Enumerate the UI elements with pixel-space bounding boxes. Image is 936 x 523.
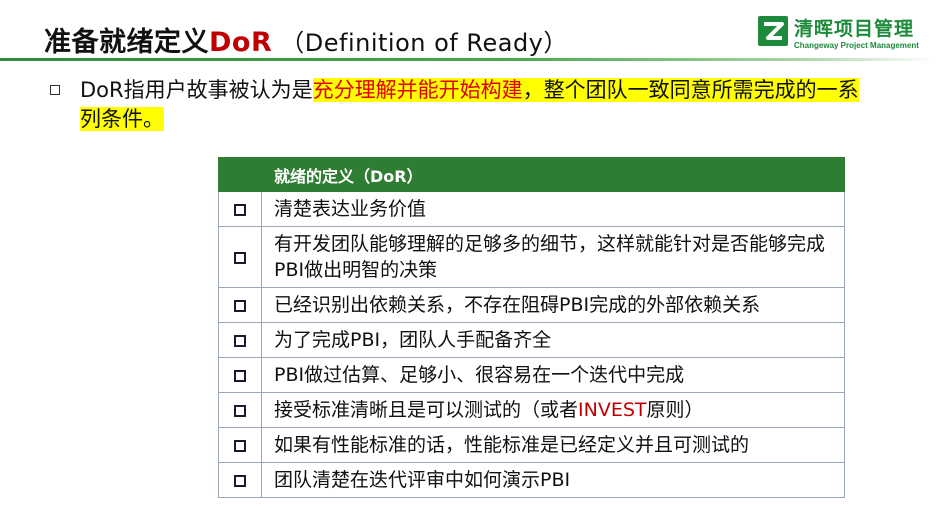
table-header-row: 就绪的定义（DoR） (218, 157, 845, 192)
table-row: PBI做过估算、足够小、很容易在一个迭代中完成 (218, 357, 845, 393)
row-text: 接受标准清晰且是可以测试的（或者INVEST原则） (261, 392, 845, 428)
table-header: 就绪的定义（DoR） (261, 157, 845, 192)
row-text-invest: INVEST (578, 399, 647, 421)
row-text: 如果有性能标准的话，性能标准是已经定义并且可测试的 (261, 427, 845, 463)
checkbox-icon[interactable] (234, 251, 246, 264)
checkbox-icon[interactable] (234, 369, 246, 382)
table-row: 已经识别出依赖关系，不存在阻碍PBI完成的外部依赖关系 (218, 287, 845, 323)
table-header-blank (218, 157, 262, 192)
checkbox-icon[interactable] (234, 474, 246, 487)
row-text: 清楚表达业务价值 (261, 191, 845, 227)
row-text-after: 原则） (646, 399, 704, 421)
table-row: 清楚表达业务价值 (218, 191, 845, 227)
logo-name-cn: 清晖项目管理 (794, 18, 915, 40)
header-divider (0, 58, 936, 61)
table-row: 团队清楚在迭代评审中如何演示PBI (218, 462, 845, 498)
bullet-square-icon (50, 85, 60, 95)
company-logo: 清晖项目管理 Changeway Project Management (758, 14, 933, 56)
intro-bullet: DoR指用户故事被认为是充分理解并能开始构建，整个团队一致同意所需完成的一系列条… (50, 76, 870, 134)
checkbox-icon[interactable] (234, 404, 246, 417)
slide-title: 准备就绪定义DoR （Definition of Ready） (44, 20, 568, 59)
table-row: 接受标准清晰且是可以测试的（或者INVEST原则） (218, 392, 845, 428)
row-text: 有开发团队能够理解的足够多的细节，这样就能针对是否能够完成PBI做出明智的决策 (261, 226, 845, 288)
table-row: 有开发团队能够理解的足够多的细节，这样就能针对是否能够完成PBI做出明智的决策 (218, 226, 845, 288)
row-text: 团队清楚在迭代评审中如何演示PBI (261, 462, 845, 498)
table-row: 如果有性能标准的话，性能标准是已经定义并且可测试的 (218, 427, 845, 463)
row-text-before: 接受标准清晰且是可以测试的（或者 (274, 399, 579, 421)
row-text: 已经识别出依赖关系，不存在阻碍PBI完成的外部依赖关系 (261, 287, 845, 323)
slide-header: 准备就绪定义DoR （Definition of Ready） 清晖项目管理 Ch… (0, 0, 936, 62)
checkbox-icon[interactable] (234, 439, 246, 452)
checkbox-icon[interactable] (234, 299, 246, 312)
logo-name-en: Changeway Project Management (794, 41, 919, 50)
row-text: PBI做过估算、足够小、很容易在一个迭代中完成 (261, 357, 845, 393)
intro-text: DoR指用户故事被认为是充分理解并能开始构建，整个团队一致同意所需完成的一系列条… (80, 76, 870, 134)
checkbox-icon[interactable] (234, 334, 246, 347)
dor-table: 就绪的定义（DoR） 清楚表达业务价值 有开发团队能够理解的足够多的细节，这样就… (218, 157, 845, 498)
intro-part1: DoR指用户故事被认为是 (80, 78, 313, 102)
row-text: 为了完成PBI，团队人手配备齐全 (261, 322, 845, 358)
checkbox-icon[interactable] (234, 203, 246, 216)
title-paren: （Definition of Ready） (280, 29, 568, 57)
intro-highlight-red: 充分理解并能开始构建 (312, 78, 523, 102)
logo-mark-icon (758, 16, 788, 46)
title-cn: 准备就绪定义 (44, 27, 209, 58)
title-acronym: DoR (209, 27, 273, 58)
table-row: 为了完成PBI，团队人手配备齐全 (218, 322, 845, 358)
